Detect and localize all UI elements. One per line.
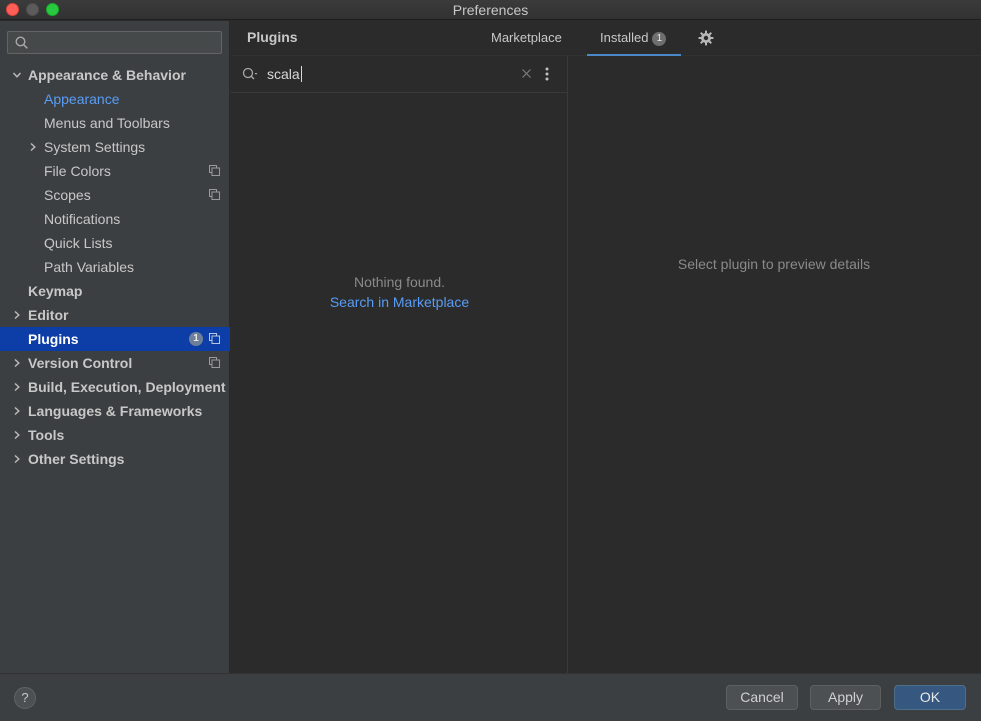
settings-sidebar: Appearance & Behavior Appearance Menus a… [0, 21, 230, 673]
tree-item-label: Plugins [28, 331, 79, 347]
text-cursor [300, 66, 302, 82]
plugins-update-badge: 1 [189, 332, 203, 346]
tree-item-label: Keymap [28, 283, 83, 299]
dialog-footer: ? Cancel Apply OK [0, 673, 981, 721]
plugin-search-text: scala [267, 66, 300, 82]
tree-item-label: Other Settings [28, 451, 125, 467]
page-title: Plugins [247, 29, 298, 45]
tree-item-label: Path Variables [44, 259, 135, 275]
tree-item-label: Quick Lists [44, 235, 113, 251]
chevron-right-icon[interactable] [12, 406, 22, 416]
title-bar: Preferences [0, 0, 981, 20]
tree-item-label: Appearance [44, 91, 120, 107]
tab-installed[interactable]: Installed 1 [587, 21, 681, 57]
gear-icon[interactable] [698, 30, 714, 46]
tree-item-label: Editor [28, 307, 69, 323]
tree-item-file-colors[interactable]: File Colors [0, 159, 230, 183]
tree-item-label: System Settings [44, 139, 146, 155]
help-button[interactable]: ? [14, 687, 36, 709]
preferences-window: Preferences Appearance & Behavior Appear… [0, 0, 981, 721]
apply-button[interactable]: Apply [810, 685, 881, 710]
detail-placeholder-text: Select plugin to preview details [677, 256, 871, 272]
tree-item-label: Notifications [44, 211, 121, 227]
tree-item-other-settings[interactable]: Other Settings [0, 447, 230, 471]
more-options-icon[interactable] [545, 67, 549, 81]
chevron-down-icon[interactable] [12, 70, 22, 80]
project-level-icon [209, 357, 220, 368]
tab-marketplace[interactable]: Marketplace [491, 21, 562, 56]
project-level-icon [209, 165, 220, 176]
tree-item-languages-frameworks[interactable]: Languages & Frameworks [0, 399, 230, 423]
project-level-icon [209, 333, 220, 344]
tree-item-appearance-behavior[interactable]: Appearance & Behavior [0, 63, 230, 87]
settings-tree: Appearance & Behavior Appearance Menus a… [0, 63, 230, 471]
chevron-right-icon[interactable] [12, 310, 22, 320]
plugin-search-value[interactable]: scala [267, 66, 302, 82]
window-title: Preferences [452, 2, 529, 18]
settings-search-input[interactable] [7, 31, 222, 54]
plugin-search-input[interactable]: scala [231, 56, 568, 93]
search-icon [15, 36, 28, 49]
chevron-right-icon[interactable] [28, 142, 38, 152]
tree-item-label: Appearance & Behavior [28, 67, 186, 83]
tree-item-menus-toolbars[interactable]: Menus and Toolbars [0, 111, 230, 135]
tree-item-quick-lists[interactable]: Quick Lists [0, 231, 230, 255]
tree-item-tools[interactable]: Tools [0, 423, 230, 447]
search-in-marketplace-link[interactable]: Search in Marketplace [231, 294, 568, 310]
plugin-detail-pane: Select plugin to preview details [569, 56, 981, 673]
tab-label: Installed [600, 30, 649, 45]
empty-result-message: Nothing found. [353, 274, 446, 290]
plugin-list-pane: scala Nothing found. Search in Marketpla… [231, 56, 568, 673]
tree-item-plugins[interactable]: Plugins 1 [0, 327, 230, 351]
tree-item-label: Build, Execution, Deployment [28, 379, 226, 395]
ok-button[interactable]: OK [894, 685, 966, 710]
tree-item-editor[interactable]: Editor [0, 303, 230, 327]
tree-item-scopes[interactable]: Scopes [0, 183, 230, 207]
installed-count-badge: 1 [652, 32, 667, 46]
tree-item-build-execution-deployment[interactable]: Build, Execution, Deployment [0, 375, 230, 399]
tree-item-label: Languages & Frameworks [28, 403, 203, 419]
chevron-right-icon[interactable] [12, 382, 22, 392]
tree-item-keymap[interactable]: Keymap [0, 279, 230, 303]
search-history-icon[interactable] [242, 67, 258, 81]
tree-item-system-settings[interactable]: System Settings [0, 135, 230, 159]
tree-item-label: Scopes [44, 187, 91, 203]
tree-item-appearance[interactable]: Appearance [0, 87, 230, 111]
tree-item-label: File Colors [44, 163, 111, 179]
tree-item-notifications[interactable]: Notifications [0, 207, 230, 231]
tree-item-path-variables[interactable]: Path Variables [0, 255, 230, 279]
plugins-header: Plugins Marketplace Installed 1 [231, 21, 981, 57]
chevron-right-icon[interactable] [12, 430, 22, 440]
tree-item-label: Menus and Toolbars [44, 115, 170, 131]
clear-search-icon[interactable] [521, 68, 532, 79]
tree-item-label: Tools [28, 427, 65, 443]
tree-item-version-control[interactable]: Version Control [0, 351, 230, 375]
project-level-icon [209, 189, 220, 200]
tab-label: Marketplace [491, 30, 562, 45]
chevron-right-icon[interactable] [12, 358, 22, 368]
cancel-button[interactable]: Cancel [726, 685, 798, 710]
chevron-right-icon[interactable] [12, 454, 22, 464]
tree-item-label: Version Control [28, 355, 133, 371]
